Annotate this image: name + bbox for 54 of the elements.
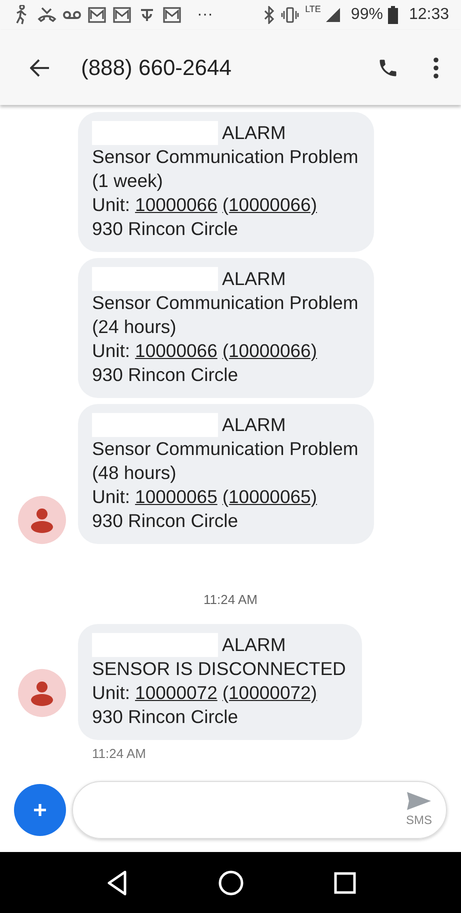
- address-text: 930 Rincon Circle: [92, 704, 240, 728]
- address-text: 930 Rincon Circle: [92, 509, 240, 533]
- send-sms-button[interactable]: SMS: [406, 791, 432, 829]
- unit-label: Unit:: [92, 680, 130, 704]
- message-time: 11:24 AM: [92, 744, 146, 762]
- mail-icon: [87, 5, 107, 25]
- message-line: Sensor Communication Problem: [92, 437, 358, 461]
- message-line: Sensor Communication Problem: [92, 145, 358, 169]
- plus-icon: [33, 803, 47, 817]
- timestamp-text: 11:24 AM: [204, 591, 258, 609]
- message-line: (1 week): [92, 169, 164, 193]
- message-line: Sensor Communication Problem: [92, 291, 358, 315]
- battery-icon: [388, 6, 398, 24]
- send-icon: [406, 791, 432, 811]
- battery-percent-text: 99%: [350, 5, 383, 25]
- unit-label: Unit:: [92, 339, 130, 363]
- message-line: (48 hours): [92, 461, 178, 485]
- missed-call-icon: [37, 5, 57, 25]
- clock-text: 12:33: [408, 5, 449, 25]
- address-text: 930 Rincon Circle: [92, 363, 240, 387]
- unit-link[interactable]: (10000072): [222, 680, 317, 704]
- more-options-icon[interactable]: [433, 56, 439, 78]
- contact-avatar-icon[interactable]: [18, 496, 66, 544]
- unit-link[interactable]: 10000066: [135, 193, 218, 217]
- unit-link[interactable]: 10000066: [135, 339, 218, 363]
- alarm-heading: ALARM: [222, 413, 286, 437]
- alarm-heading: ALARM: [222, 267, 286, 291]
- message-line: SENSOR IS DISCONNECTED: [92, 656, 346, 680]
- back-nav-icon[interactable]: [104, 870, 129, 896]
- unit-link[interactable]: (10000066): [222, 339, 317, 363]
- network-type-text: LTE: [305, 3, 321, 16]
- mail-icon: [162, 5, 182, 25]
- unit-label: Unit:: [92, 193, 130, 217]
- unit-link[interactable]: (10000065): [222, 485, 317, 509]
- home-nav-icon[interactable]: [218, 870, 244, 896]
- unit-link[interactable]: (10000066): [222, 193, 317, 217]
- more-notifications-text: ···: [197, 5, 213, 25]
- vibrate-icon: [280, 7, 300, 23]
- recents-nav-icon[interactable]: [334, 872, 356, 894]
- alarm-heading: ALARM: [222, 121, 286, 145]
- add-attachment-button[interactable]: [14, 784, 66, 836]
- address-text: 930 Rincon Circle: [92, 217, 240, 241]
- alarm-heading: ALARM: [222, 632, 286, 656]
- unit-link[interactable]: 10000072: [135, 680, 218, 704]
- contact-title: (888) 660-2644: [81, 54, 232, 82]
- signal-icon: [326, 8, 340, 22]
- contact-avatar-icon[interactable]: [18, 669, 66, 718]
- unit-label: Unit:: [92, 485, 130, 509]
- mail-icon: [112, 5, 132, 25]
- bluetooth-icon: [263, 6, 276, 24]
- unit-link[interactable]: 10000065: [135, 485, 218, 509]
- message-line: (24 hours): [92, 315, 178, 339]
- message-input-field[interactable]: SMS: [72, 781, 447, 839]
- back-arrow-icon[interactable]: [30, 58, 50, 76]
